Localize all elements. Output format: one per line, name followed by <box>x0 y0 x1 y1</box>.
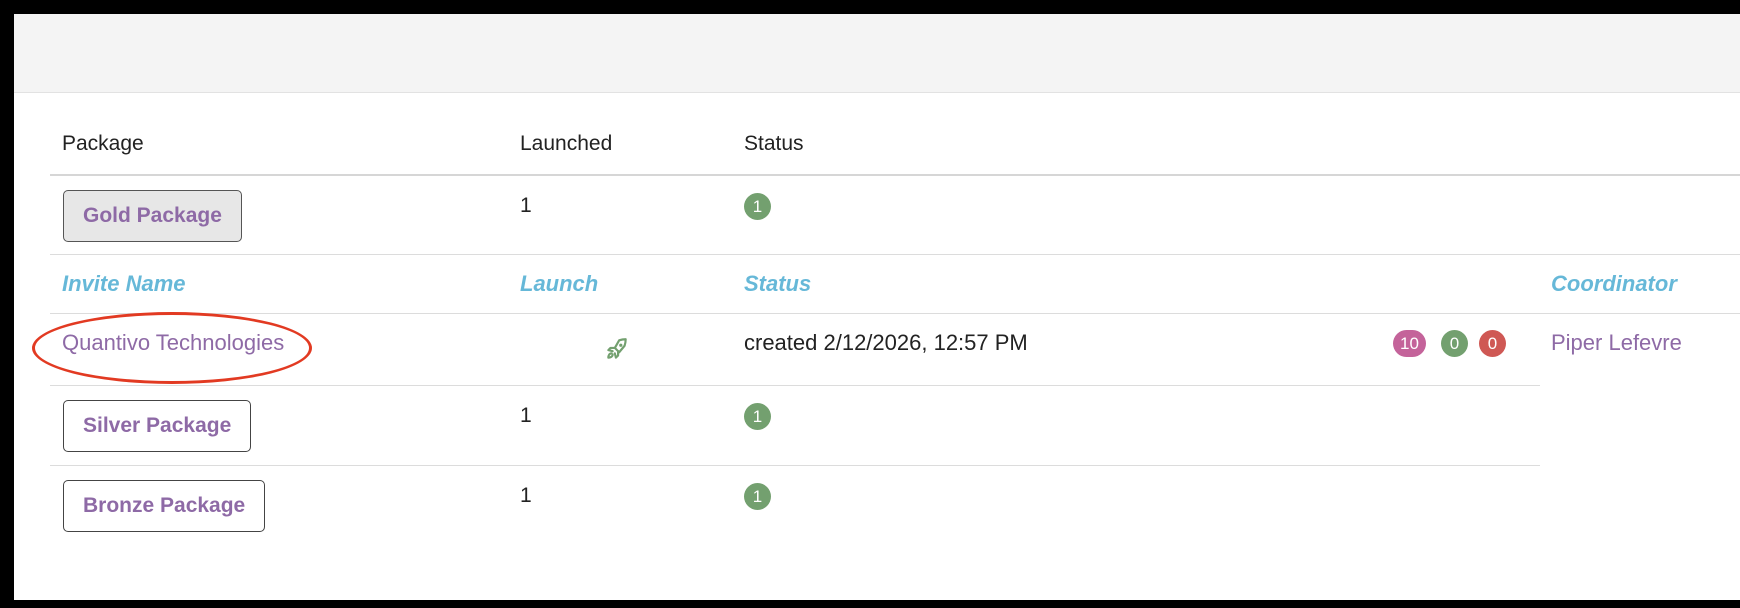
annotation-oval <box>32 312 312 384</box>
launched-count-bronze: 1 <box>520 484 532 507</box>
subheader-status: Status <box>744 271 812 296</box>
header-divider <box>50 174 1740 176</box>
row-divider <box>50 254 1740 255</box>
package-button-bronze[interactable]: Bronze Package <box>63 480 266 532</box>
row-divider <box>50 465 1540 466</box>
header-launched: Launched <box>520 132 613 155</box>
row-divider <box>50 385 1540 386</box>
launched-count-gold: 1 <box>520 194 532 217</box>
header-status: Status <box>744 132 804 155</box>
invite-status-text: created 2/12/2026, 12:57 PM <box>744 330 1028 355</box>
status-badge-bronze: 1 <box>744 483 771 510</box>
subheader-launch: Launch <box>520 271 599 296</box>
app-frame: Package Launched Status Gold Package 1 1… <box>14 14 1740 600</box>
status-badge-silver: 1 <box>744 403 771 430</box>
count-badge-green: 0 <box>1441 330 1468 357</box>
subheader-invite-name: Invite Name <box>62 271 186 296</box>
coordinator-link[interactable]: Piper Lefevre <box>1551 330 1682 356</box>
top-bar <box>14 14 1740 93</box>
subheader-coordinator: Coordinator <box>1551 271 1677 296</box>
package-button-silver[interactable]: Silver Package <box>63 400 252 452</box>
count-badge-pink: 10 <box>1393 330 1426 357</box>
header-package: Package <box>62 132 144 155</box>
launched-count-silver: 1 <box>520 404 532 427</box>
package-button-gold[interactable]: Gold Package <box>63 190 242 242</box>
subheader-divider <box>50 313 1740 314</box>
status-badge-gold: 1 <box>744 193 771 220</box>
count-badge-red: 0 <box>1479 330 1506 357</box>
rocket-icon[interactable] <box>604 336 630 362</box>
